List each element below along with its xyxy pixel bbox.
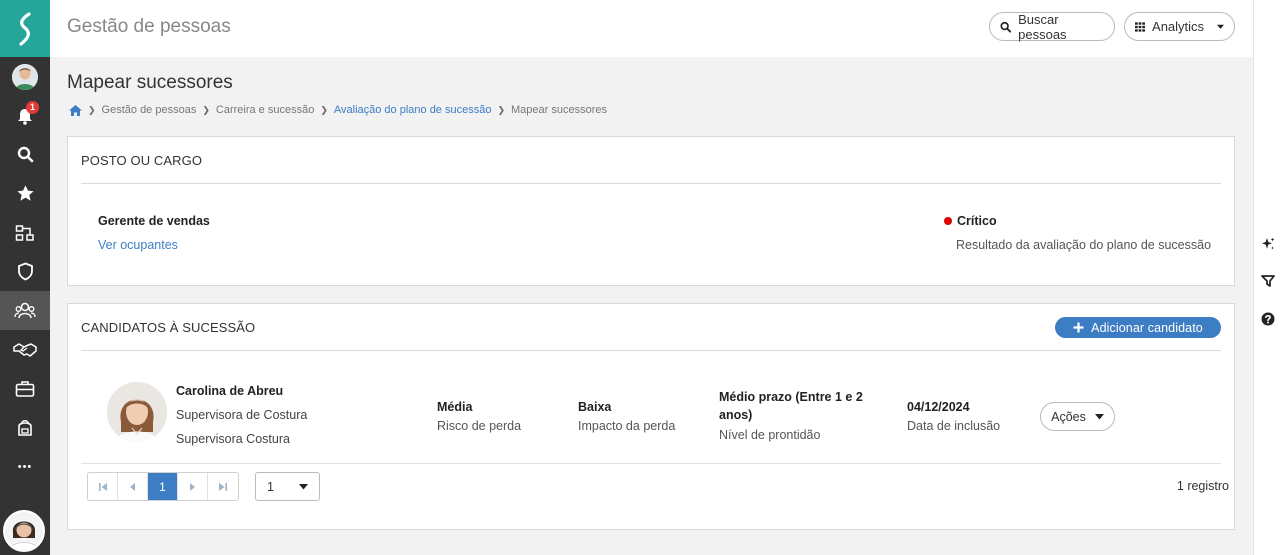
- nav-training[interactable]: [0, 408, 50, 447]
- position-name: Gerente de vendas: [98, 214, 210, 228]
- app-logo[interactable]: [0, 0, 50, 57]
- support-agent-icon: [5, 512, 43, 550]
- search-icon: [17, 146, 33, 163]
- risk-label: Risco de perda: [437, 419, 522, 433]
- status-dot-icon: [944, 217, 952, 225]
- risk-value: Média: [437, 400, 473, 414]
- readiness-value-line2: anos): [719, 408, 753, 422]
- app-title: Gestão de pessoas: [67, 16, 231, 37]
- breadcrumb: ❯ Gestão de pessoas ❯ Carreira e sucessã…: [69, 104, 607, 116]
- nav-jobs[interactable]: [0, 369, 50, 408]
- search-icon: [1000, 21, 1012, 33]
- nav-notifications[interactable]: 1: [0, 96, 50, 135]
- analytics-label: Analytics: [1152, 19, 1205, 34]
- search-people-label: Buscar pessoas: [1018, 11, 1067, 42]
- top-header: Gestão de pessoas Buscar pessoas Analyti…: [50, 0, 1253, 57]
- nav-favorites[interactable]: [0, 174, 50, 213]
- chevron-right-icon: ❯: [320, 104, 328, 115]
- grid-icon: [1135, 21, 1145, 32]
- search-people-button[interactable]: Buscar pessoas: [989, 11, 1115, 42]
- impact-label: Impacto da perda: [578, 419, 676, 433]
- candidate-role: Supervisora de Costura: [176, 408, 308, 422]
- breadcrumb-item-current: Mapear sucessores: [511, 104, 607, 116]
- page-size-select[interactable]: 1: [255, 472, 320, 501]
- actions-label: Ações: [1051, 409, 1086, 424]
- candidate-name[interactable]: Carolina de Abreu: [176, 384, 283, 398]
- shield-icon: [17, 262, 33, 281]
- nav-search[interactable]: [0, 135, 50, 174]
- last-page-icon: [219, 482, 227, 491]
- readiness-label: Nível de prontidão: [719, 428, 821, 442]
- first-page-icon: [98, 482, 107, 491]
- support-avatar[interactable]: [3, 510, 45, 552]
- page-title: Mapear sucessores: [67, 72, 233, 93]
- position-card-header: POSTO OU CARGO: [81, 137, 1221, 184]
- first-page-button[interactable]: [88, 473, 118, 500]
- candidate-photo: [107, 382, 167, 442]
- breadcrumb-item-gestao[interactable]: Gestão de pessoas: [102, 104, 197, 116]
- notification-badge: 1: [26, 101, 39, 114]
- add-candidate-label: Adicionar candidato: [1091, 320, 1203, 335]
- org-chart-icon: [15, 224, 34, 241]
- candidates-card: CANDIDATOS À SUCESSÃO Adicionar candidat…: [67, 303, 1235, 530]
- caret-down-icon: [1217, 24, 1224, 29]
- criticality-label: Crítico: [957, 214, 997, 228]
- previous-page-icon: [130, 482, 135, 491]
- ai-sparkle-icon[interactable]: [1260, 236, 1276, 252]
- position-card: POSTO OU CARGO Gerente de vendas Ver ocu…: [67, 136, 1235, 286]
- nav-security[interactable]: [0, 252, 50, 291]
- nav-agreements[interactable]: [0, 330, 50, 369]
- view-occupants-link[interactable]: Ver ocupantes: [98, 238, 178, 252]
- actions-dropdown-button[interactable]: Ações: [1040, 402, 1115, 431]
- chevron-right-icon: ❯: [497, 104, 505, 115]
- candidate-row: Carolina de Abreu Supervisora de Costura…: [81, 352, 1221, 464]
- inclusion-date-value: 04/12/2024: [907, 400, 970, 414]
- next-page-button[interactable]: [178, 473, 208, 500]
- backpack-icon: [18, 420, 32, 436]
- briefcase-icon: [15, 380, 35, 397]
- people-icon: [14, 302, 36, 318]
- candidate-department: Supervisora Costura: [176, 432, 290, 446]
- feedback-megaphone-icon[interactable]: [1260, 273, 1276, 289]
- candidates-card-header: CANDIDATOS À SUCESSÃO Adicionar candidat…: [81, 304, 1221, 351]
- help-icon[interactable]: [1260, 311, 1276, 327]
- plus-icon: [1073, 322, 1084, 333]
- logo-icon: [19, 11, 31, 46]
- nav-profile-avatar[interactable]: [0, 57, 50, 96]
- last-page-button[interactable]: [208, 473, 238, 500]
- candidates-card-title: CANDIDATOS À SUCESSÃO: [81, 319, 256, 335]
- right-rail: [1253, 0, 1280, 555]
- readiness-value-line1: Médio prazo (Entre 1 e 2: [719, 390, 863, 404]
- criticality-description: Resultado da avaliação do plano de suces…: [956, 238, 1212, 252]
- nav-org-chart[interactable]: [0, 213, 50, 252]
- chevron-right-icon: ❯: [202, 104, 210, 115]
- analytics-dropdown[interactable]: Analytics: [1124, 12, 1235, 41]
- breadcrumb-item-avaliacao[interactable]: Avaliação do plano de sucessão: [334, 104, 492, 116]
- inclusion-date-label: Data de inclusão: [907, 419, 1001, 433]
- previous-page-button[interactable]: [118, 473, 148, 500]
- add-candidate-button[interactable]: Adicionar candidato: [1055, 317, 1221, 338]
- records-count: 1 registro: [1176, 479, 1229, 493]
- home-icon[interactable]: [69, 104, 82, 116]
- criticality-status: Crítico: [944, 214, 997, 228]
- page-size-value: 1: [267, 479, 274, 494]
- left-navigation: 1 •••: [0, 0, 50, 555]
- breadcrumb-item-carreira[interactable]: Carreira e sucessão: [216, 104, 314, 116]
- more-icon: •••: [17, 460, 33, 473]
- pagination: 1: [87, 472, 239, 501]
- nav-more[interactable]: •••: [0, 447, 50, 486]
- handshake-icon: [13, 342, 37, 357]
- impact-value: Baixa: [578, 400, 612, 414]
- avatar-icon: [12, 63, 38, 90]
- caret-down-icon: [299, 483, 308, 489]
- page-number-button[interactable]: 1: [148, 473, 178, 500]
- nav-people[interactable]: [0, 291, 50, 330]
- chevron-right-icon: ❯: [88, 104, 96, 115]
- next-page-icon: [190, 482, 195, 491]
- star-icon: [16, 185, 34, 201]
- main-content: Mapear sucessores ❯ Gestão de pessoas ❯ …: [50, 57, 1253, 555]
- caret-down-icon: [1094, 413, 1104, 419]
